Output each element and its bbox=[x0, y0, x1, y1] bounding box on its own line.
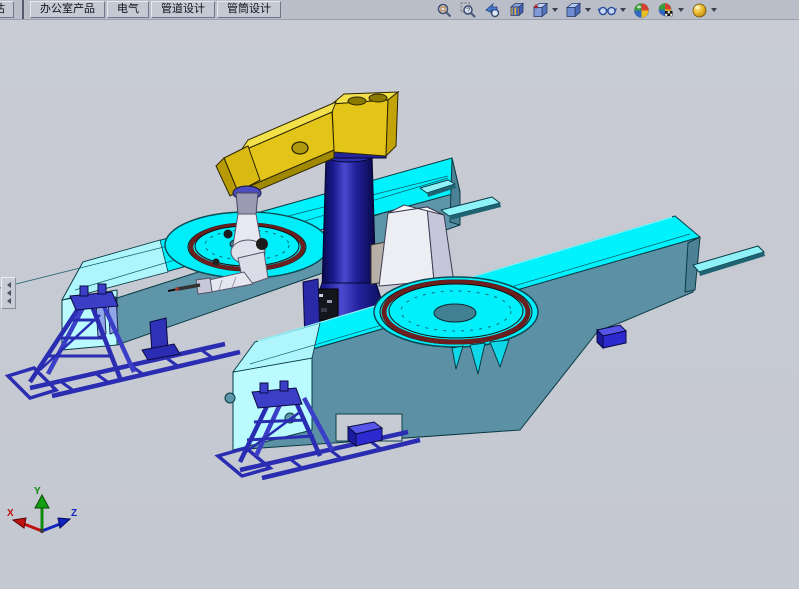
triad-y-label: Y bbox=[34, 486, 41, 497]
heads-up-view-toolbar: ? bbox=[436, 1, 717, 19]
display-style-dropdown[interactable] bbox=[585, 8, 591, 12]
front-rotary-ring[interactable] bbox=[380, 280, 532, 344]
zoom-to-area-icon[interactable]: ? bbox=[460, 2, 477, 19]
view-settings-dropdown[interactable] bbox=[711, 8, 717, 12]
triad-z-label: Z bbox=[71, 508, 77, 519]
view-orientation-icon[interactable] bbox=[532, 2, 558, 19]
view-settings-icon[interactable] bbox=[691, 2, 717, 19]
tab-office-products[interactable]: 办公室产品 bbox=[30, 1, 105, 18]
apply-scene-icon[interactable] bbox=[657, 2, 684, 19]
display-style-icon[interactable] bbox=[565, 2, 591, 19]
tab-partial[interactable]: 估 bbox=[0, 1, 14, 18]
edit-appearance-icon[interactable] bbox=[633, 2, 650, 19]
collapse-left-icon bbox=[7, 290, 11, 296]
triad-x-label: X bbox=[7, 508, 14, 519]
tab-piping-design[interactable]: 管道设计 bbox=[151, 1, 215, 18]
3d-viewport[interactable]: Y X Z bbox=[0, 0, 799, 589]
hide-show-items-icon[interactable] bbox=[598, 2, 626, 19]
view-orientation-dropdown[interactable] bbox=[552, 8, 558, 12]
application-window: Y X Z 估 办公室产品 电气 管道设计 管筒设计 ? bbox=[0, 0, 799, 589]
zoom-to-fit-icon[interactable] bbox=[436, 2, 453, 19]
tab-tubing-design[interactable]: 管筒设计 bbox=[217, 1, 281, 18]
command-manager-tabs: 估 办公室产品 电气 管道设计 管筒设计 bbox=[0, 0, 281, 19]
hide-show-items-dropdown[interactable] bbox=[620, 8, 626, 12]
svg-text:?: ? bbox=[466, 7, 470, 14]
collapse-left-icon bbox=[7, 282, 11, 288]
apply-scene-dropdown[interactable] bbox=[678, 8, 684, 12]
section-view-icon[interactable] bbox=[508, 2, 525, 19]
panel-splitter-button[interactable] bbox=[1, 277, 16, 309]
collapse-left-icon bbox=[7, 298, 11, 304]
tab-electrical[interactable]: 电气 bbox=[107, 1, 149, 18]
tab-separator bbox=[22, 0, 24, 19]
previous-view-icon[interactable] bbox=[484, 2, 501, 19]
